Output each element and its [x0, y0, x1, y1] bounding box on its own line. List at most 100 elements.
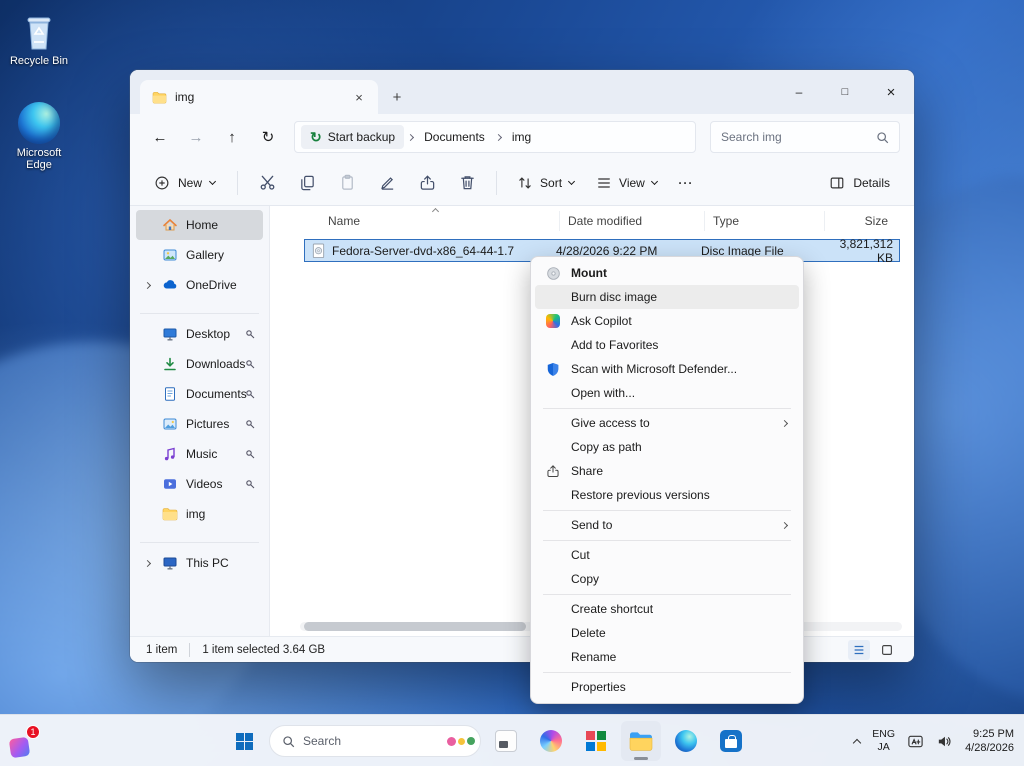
language-indicator[interactable]: ENG JA: [872, 728, 895, 753]
thumbnail-view-button[interactable]: [876, 640, 898, 660]
desktop-icon: [162, 326, 178, 342]
search-box[interactable]: [710, 121, 900, 153]
clock[interactable]: 9:25 PM 4/28/2026: [965, 727, 1014, 756]
ime-icon[interactable]: [907, 733, 924, 750]
menu-item-properties[interactable]: Properties: [535, 675, 799, 699]
column-header-name[interactable]: Name: [304, 211, 559, 231]
sort-button[interactable]: Sort: [507, 167, 584, 199]
cut-button[interactable]: [248, 167, 286, 199]
breadcrumb-chevron-icon: [495, 133, 502, 140]
paste-button[interactable]: [328, 167, 366, 199]
expand-chevron-icon[interactable]: [144, 281, 151, 288]
menu-item-cut[interactable]: Cut: [535, 543, 799, 567]
sidebar-item-pictures[interactable]: Pictures: [136, 409, 263, 439]
forward-button[interactable]: →: [180, 121, 212, 153]
start-backup-button[interactable]: ↻ Start backup: [301, 125, 404, 149]
copilot-button[interactable]: [531, 721, 571, 761]
microsoft-app-button[interactable]: [576, 721, 616, 761]
up-button[interactable]: ↑: [216, 121, 248, 153]
view-button[interactable]: View: [586, 167, 667, 199]
windows-logo-icon: [236, 733, 253, 750]
desktop-icon-recycle-bin[interactable]: Recycle Bin: [0, 12, 78, 67]
pin-icon: [245, 479, 255, 489]
pin-icon: [245, 419, 255, 429]
item-count: 1 item: [146, 644, 177, 656]
expand-chevron-icon[interactable]: [144, 559, 151, 566]
column-header-date-modified[interactable]: Date modified: [559, 211, 704, 231]
maximize-button[interactable]: □: [822, 70, 868, 114]
submenu-arrow-icon: [781, 521, 788, 528]
sidebar-pictures-label: Pictures: [186, 417, 229, 431]
menu-item-share[interactable]: Share: [535, 459, 799, 483]
menu-item-add-to-favorites[interactable]: Add to Favorites: [535, 333, 799, 357]
microsoft-store-button[interactable]: [711, 721, 751, 761]
menu-item-delete[interactable]: Delete: [535, 621, 799, 645]
sidebar-item-onedrive[interactable]: OneDrive: [136, 270, 263, 300]
breadcrumb-img[interactable]: img: [505, 130, 538, 144]
new-tab-button[interactable]: +: [386, 86, 408, 108]
details-pane-button[interactable]: Details: [817, 167, 902, 199]
sidebar-music-label: Music: [186, 447, 217, 461]
menu-item-restore-previous-versions[interactable]: Restore previous versions: [535, 483, 799, 507]
rename-button[interactable]: [368, 167, 406, 199]
menu-separator: [543, 408, 791, 409]
copy-icon: [299, 174, 316, 191]
search-icon: [282, 735, 295, 748]
documents-icon: [162, 386, 178, 402]
menu-item-send-to[interactable]: Send to: [535, 513, 799, 537]
refresh-button[interactable]: ↻: [252, 121, 284, 153]
view-toggles: [848, 640, 898, 660]
copy-button[interactable]: [288, 167, 326, 199]
pin-icon: [245, 449, 255, 459]
menu-item-burn-disc-image[interactable]: Burn disc image: [535, 285, 799, 309]
sidebar-item-documents[interactable]: Documents: [136, 379, 263, 409]
sidebar-item-desktop[interactable]: Desktop: [136, 319, 263, 349]
sidebar-spacer: [130, 529, 269, 537]
start-backup-label: Start backup: [328, 130, 395, 144]
desktop-icon-edge[interactable]: Microsoft Edge: [0, 102, 78, 171]
sidebar-item-music[interactable]: Music: [136, 439, 263, 469]
scrollbar-thumb[interactable]: [304, 622, 526, 631]
menu-item-give-access-to[interactable]: Give access to: [535, 411, 799, 435]
toolbar-divider: [496, 171, 497, 195]
more-options-button[interactable]: ···: [669, 167, 703, 199]
menu-item-mount[interactable]: Mount: [535, 261, 799, 285]
taskbar-corner-app[interactable]: 1: [10, 727, 40, 757]
address-bar[interactable]: ↻ Start backup Documents img: [294, 121, 696, 153]
sidebar-item-img[interactable]: img: [136, 499, 263, 529]
explorer-tab[interactable]: img ×: [140, 80, 378, 114]
menu-item-open-with[interactable]: Open with...: [535, 381, 799, 405]
notification-badge: 1: [26, 725, 40, 739]
sidebar-item-videos[interactable]: Videos: [136, 469, 263, 499]
sort-icon: [517, 175, 533, 191]
menu-item-ask-copilot[interactable]: Ask Copilot: [535, 309, 799, 333]
hidden-icons-chevron-icon[interactable]: [853, 738, 861, 746]
menu-item-rename[interactable]: Rename: [535, 645, 799, 669]
file-explorer-button[interactable]: [621, 721, 661, 761]
breadcrumb-documents[interactable]: Documents: [417, 130, 492, 144]
sidebar-item-gallery[interactable]: Gallery: [136, 240, 263, 270]
tab-close-icon[interactable]: ×: [348, 86, 370, 108]
pinned-app-button[interactable]: [486, 721, 526, 761]
close-button[interactable]: ×: [868, 70, 914, 114]
details-view-button[interactable]: [848, 640, 870, 660]
new-button[interactable]: New: [142, 167, 227, 199]
menu-item-copy-as-path[interactable]: Copy as path: [535, 435, 799, 459]
minimize-button[interactable]: –: [776, 70, 822, 114]
menu-item-copy[interactable]: Copy: [535, 567, 799, 591]
edge-button[interactable]: [666, 721, 706, 761]
menu-item-scan-with-defender[interactable]: Scan with Microsoft Defender...: [535, 357, 799, 381]
menu-item-create-shortcut[interactable]: Create shortcut: [535, 597, 799, 621]
search-input[interactable]: [721, 130, 876, 144]
taskbar-search[interactable]: Search: [269, 725, 481, 757]
sidebar-item-home[interactable]: Home: [136, 210, 263, 240]
column-header-size[interactable]: Size: [824, 211, 896, 231]
share-button[interactable]: [408, 167, 446, 199]
sidebar-item-this-pc[interactable]: This PC: [136, 548, 263, 578]
sidebar-item-downloads[interactable]: Downloads: [136, 349, 263, 379]
start-button[interactable]: [224, 721, 264, 761]
column-header-type[interactable]: Type: [704, 211, 824, 231]
delete-button[interactable]: [448, 167, 486, 199]
back-button[interactable]: ←: [144, 121, 176, 153]
volume-icon[interactable]: [936, 733, 953, 750]
